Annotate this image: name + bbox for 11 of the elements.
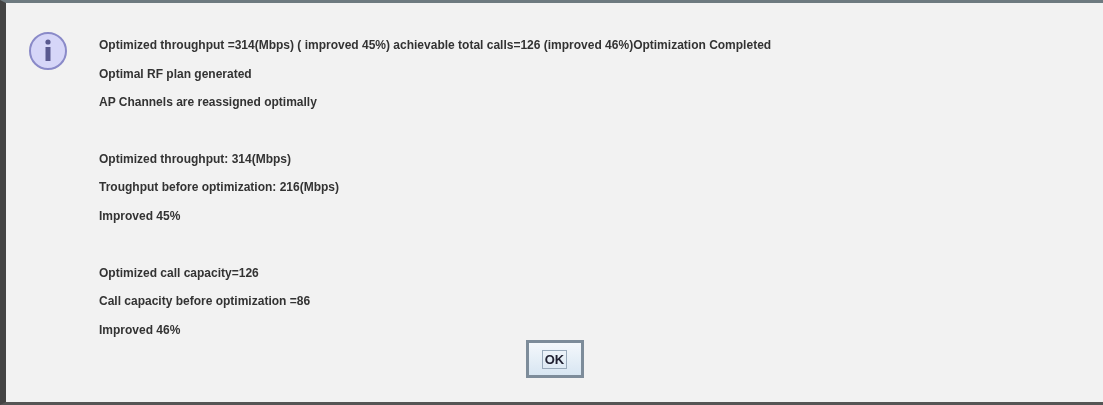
message-line: Optimized throughput: 314(Mbps)	[99, 150, 292, 168]
message-line: AP Channels are reassigned optimally	[99, 94, 318, 112]
message-line: Improved 46%	[99, 321, 182, 339]
message-line: Improved 45%	[99, 207, 182, 225]
ok-button[interactable]: OK	[525, 340, 584, 379]
message-line: Troughput before optimization: 216(Mbps)	[99, 179, 340, 197]
info-icon	[28, 31, 68, 71]
message-line: Optimal RF plan generated	[99, 65, 253, 83]
message-line: Call capacity before optimization =86	[99, 293, 312, 311]
message-line: Optimized throughput =314(Mbps) ( improved 45%) achievable total calls=126 (improved 46%)Optimization Completed	[99, 37, 772, 54]
message-line: Optimized call capacity=126	[99, 264, 260, 282]
